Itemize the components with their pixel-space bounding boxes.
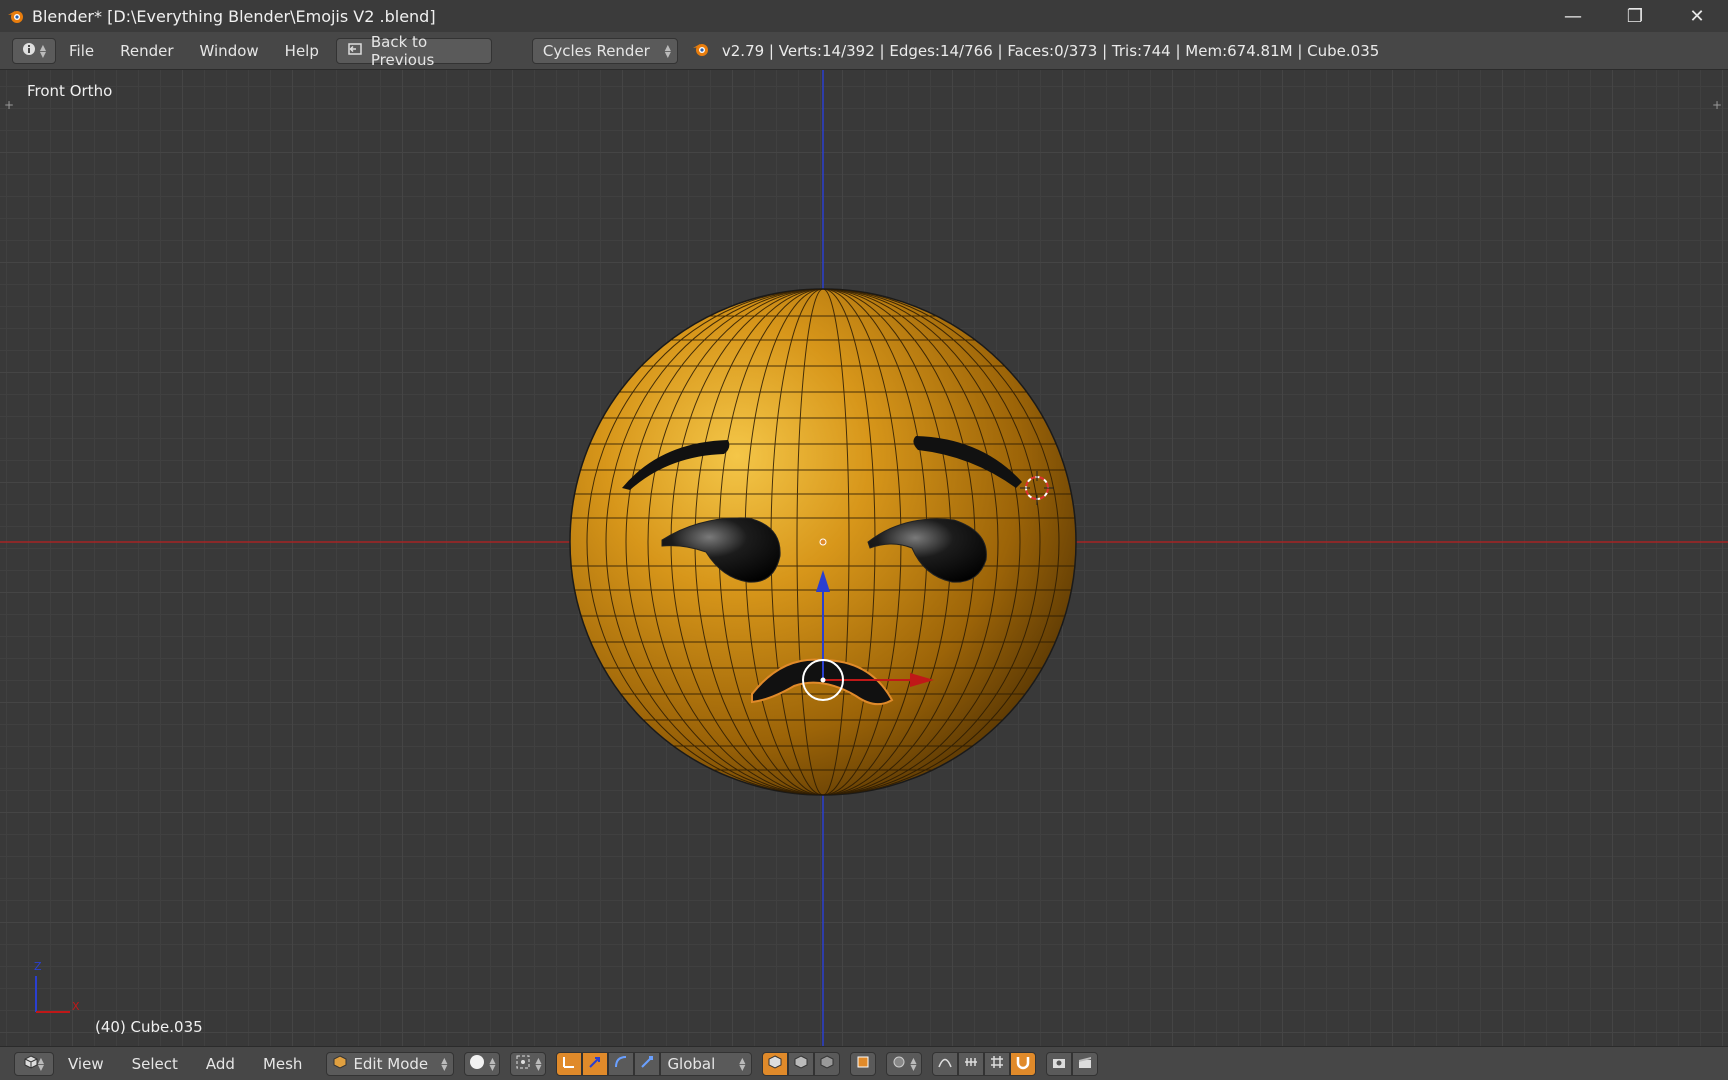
back-icon [347,42,363,60]
window-title: Blender* [D:\Everything Blender\Emojis V… [32,6,436,26]
limit-selection-visible-button[interactable] [850,1051,877,1076]
rotate-arc-icon [613,1054,629,1074]
back-button-label: Back to Previous [370,32,435,69]
mode-selector[interactable]: Edit Mode ▲ ▼ [326,1051,455,1076]
menu-render[interactable]: Render [107,32,186,70]
viewport-shading-selector[interactable]: ▲ ▼ [464,1051,501,1076]
editor-type-selector[interactable]: ▲ ▼ [12,37,56,64]
proportional-icon [892,1055,906,1073]
menu-help[interactable]: Help [272,32,332,70]
edge-select-icon [793,1054,809,1074]
camera-render-icon [1051,1054,1067,1074]
falloff-button[interactable] [932,1051,959,1076]
edge-select-button[interactable] [788,1051,815,1076]
clapper-render-icon [1077,1054,1093,1074]
axis-gizmo: Z X [34,960,80,1013]
mode-label: Edit Mode [353,1054,429,1073]
blender-logo-icon [6,6,26,26]
manipulator-icon [561,1054,577,1074]
chevron-updown-icon: ▲ ▼ [664,42,671,59]
chevron-updown-icon: ▲ ▼ [535,1055,542,1072]
pivot-icon [515,1054,531,1074]
restore-button[interactable]: ❐ [1604,0,1666,32]
snap-element-button[interactable] [958,1051,985,1076]
view-name-label: Front Ortho [27,82,113,100]
back-to-previous-button[interactable]: Back to Previous [335,33,492,69]
info-icon [22,42,36,60]
manipulator-toggle-button[interactable] [556,1051,583,1076]
scale-icon [639,1054,655,1074]
opengl-render-button[interactable] [1046,1051,1073,1076]
chevron-updown-icon: ▲ ▼ [37,1055,45,1072]
translate-manipulator-button[interactable] [582,1051,609,1076]
region-expand-left-icon[interactable]: + [2,98,16,112]
menu-file[interactable]: File [56,32,107,70]
minimize-button[interactable]: — [1542,0,1604,32]
menu-view[interactable]: View [54,1047,118,1080]
edit-mode-icon [333,1054,347,1073]
cube-icon [24,1054,38,1073]
info-header: ▲ ▼ File Render Window Help Back to Previ… [0,32,1728,70]
translate-arrow-icon [587,1054,603,1074]
menu-window[interactable]: Window [187,32,272,70]
close-button[interactable]: ✕ [1666,0,1728,32]
window-titlebar: Blender* [D:\Everything Blender\Emojis V… [0,0,1728,32]
scale-manipulator-button[interactable] [634,1051,661,1076]
editor-type-selector[interactable]: ▲ ▼ [14,1051,54,1076]
menu-add[interactable]: Add [192,1047,249,1080]
sphere-shading-icon [469,1054,485,1074]
menu-mesh[interactable]: Mesh [249,1047,317,1080]
vertex-select-button[interactable] [762,1051,789,1076]
snap-target-button[interactable] [984,1051,1011,1076]
3d-viewport[interactable]: Z X Front Ortho + + (40) Cube.035 [0,70,1728,1046]
face-select-button[interactable] [814,1051,841,1076]
snap-grid-icon [989,1054,1005,1074]
orientation-label: Global [667,1054,716,1073]
menu-select[interactable]: Select [118,1047,192,1080]
transform-orientation-selector[interactable]: Global ▲ ▼ [660,1051,753,1076]
active-object-label: (40) Cube.035 [95,1018,203,1036]
render-engine-selector[interactable]: Cycles Render ▲ ▼ [531,37,678,64]
occlude-geometry-icon [855,1054,871,1074]
svg-text:X: X [72,1000,80,1013]
rotate-manipulator-button[interactable] [608,1051,635,1076]
vertex-select-icon [767,1054,783,1074]
snap-magnet-icon [1015,1054,1031,1074]
viewport-scene: Z X [0,70,1728,1046]
face-select-icon [819,1054,835,1074]
3d-view-header: ▲ ▼ View Select Add Mesh Edit Mode ▲ ▼ ▲ ▼ … [0,1046,1728,1080]
scene-statistics: v2.79 | Verts:14/392 | Edges:14/766 | Fa… [721,41,1380,60]
chevron-updown-icon: ▲ ▼ [910,1055,917,1072]
object-origin [819,538,827,546]
chevron-updown-icon: ▲ ▼ [489,1055,496,1072]
chevron-updown-icon: ▲ ▼ [739,1055,746,1072]
opengl-animation-button[interactable] [1072,1051,1099,1076]
svg-text:Z: Z [34,960,42,973]
proportional-editing-selector[interactable]: ▲ ▼ [886,1051,923,1076]
blender-logo-icon [692,40,710,62]
snap-toggle-button[interactable] [1010,1051,1037,1076]
chevron-updown-icon: ▲ ▼ [441,1055,448,1072]
pivot-point-selector[interactable]: ▲ ▼ [510,1051,547,1076]
render-engine-label: Cycles Render [542,41,650,60]
snap-increment-icon [963,1054,979,1074]
chevron-updown-icon: ▲ ▼ [39,42,47,59]
falloff-curve-icon [937,1054,953,1074]
region-expand-right-icon[interactable]: + [1710,98,1724,112]
